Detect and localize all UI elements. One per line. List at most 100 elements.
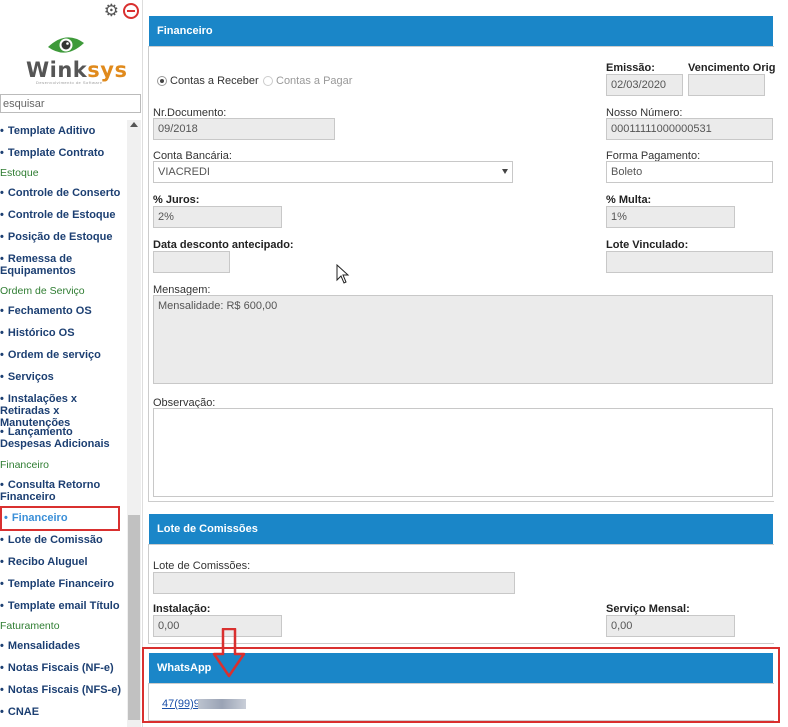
emissao-label: Emissão: bbox=[606, 62, 655, 74]
bullet-icon: • bbox=[0, 327, 7, 339]
bullet-icon: • bbox=[0, 556, 7, 568]
sidebar-item-label: Notas Fiscais (NFS-e) bbox=[7, 684, 122, 696]
servico-mensal-field[interactable]: 0,00 bbox=[606, 615, 735, 637]
sidebar-item-notas-fiscais-nfs-e-[interactable]: • Notas Fiscais (NFS-e) bbox=[0, 684, 127, 696]
mensagem-textarea[interactable]: Mensalidade: R$ 600,00 bbox=[153, 295, 773, 384]
scroll-up-icon[interactable] bbox=[130, 122, 138, 127]
sidebar-item-controle-de-conserto[interactable]: • Controle de Conserto bbox=[0, 187, 127, 199]
bullet-icon: • bbox=[0, 349, 7, 361]
sidebar: ⚙ Winksys Desenvolvimento de Software • … bbox=[0, 0, 143, 727]
bullet-icon: • bbox=[0, 393, 7, 405]
vencimento-label: Vencimento Orig bbox=[688, 62, 776, 74]
observacao-textarea[interactable] bbox=[153, 408, 773, 497]
conta-bancaria-select[interactable]: VIACREDI bbox=[153, 161, 513, 183]
sidebar-item-instala-es-x-retiradas-x-manuten-es[interactable]: • Instalações x Retiradas x Manutenções bbox=[0, 393, 127, 429]
sidebar-item-label: Recibo Aluguel bbox=[7, 556, 88, 568]
sidebar-item-label: Lançamento Despesas Adicionais bbox=[0, 426, 110, 450]
bullet-icon: • bbox=[0, 479, 7, 491]
lote-comissoes-field[interactable] bbox=[153, 572, 515, 594]
brand-tagline: Desenvolvimento de Software bbox=[36, 80, 103, 85]
menu-section-ordem-de-servi-o: Ordem de Serviço bbox=[0, 285, 85, 297]
logo: Winksys Desenvolvimento de Software bbox=[24, 32, 127, 88]
sidebar-item-template-contrato[interactable]: • Template Contrato bbox=[0, 147, 127, 159]
radio-contas-receber[interactable]: Contas a Receber bbox=[157, 75, 259, 87]
menu-section-faturamento: Faturamento bbox=[0, 620, 60, 632]
sidebar-item-label: Mensalidades bbox=[7, 640, 81, 652]
bullet-icon: • bbox=[0, 187, 7, 199]
bullet-icon: • bbox=[0, 231, 7, 243]
sidebar-item-recibo-aluguel[interactable]: • Recibo Aluguel bbox=[0, 556, 127, 568]
sidebar-item-posi-o-de-estoque[interactable]: • Posição de Estoque bbox=[0, 231, 127, 243]
arrow-down-icon bbox=[212, 628, 246, 678]
sidebar-item-label: Fechamento OS bbox=[7, 305, 92, 317]
radio-contas-pagar[interactable]: Contas a Pagar bbox=[263, 75, 352, 87]
sidebar-item-mensalidades[interactable]: • Mensalidades bbox=[0, 640, 127, 652]
sidebar-item-notas-fiscais-nf-e-[interactable]: • Notas Fiscais (NF-e) bbox=[0, 662, 127, 674]
radio-label: Contas a Receber bbox=[170, 75, 259, 87]
sidebar-item-label: Consulta Retorno Financeiro bbox=[0, 479, 101, 503]
sidebar-item-remessa-de-equipamentos[interactable]: • Remessa de Equipamentos bbox=[0, 253, 127, 277]
search-input[interactable] bbox=[0, 94, 141, 113]
bullet-icon: • bbox=[0, 305, 7, 317]
lote-vinculado-label: Lote Vinculado: bbox=[606, 239, 689, 251]
radio-label: Contas a Pagar bbox=[276, 75, 353, 87]
bullet-icon: • bbox=[0, 662, 7, 674]
data-desconto-label: Data desconto antecipado: bbox=[153, 239, 294, 251]
eye-logo-icon bbox=[48, 37, 84, 53]
forma-pagamento-select[interactable]: Boleto bbox=[606, 161, 773, 183]
sidebar-item-consulta-retorno-financeiro[interactable]: • Consulta Retorno Financeiro bbox=[0, 479, 127, 503]
bullet-icon: • bbox=[0, 426, 7, 438]
bullet-icon: • bbox=[0, 147, 7, 159]
instalacao-label: Instalação: bbox=[153, 603, 211, 615]
sidebar-item-fechamento-os[interactable]: • Fechamento OS bbox=[0, 305, 127, 317]
sidebar-item-template-email-t-tulo[interactable]: • Template email Título bbox=[0, 600, 127, 612]
sidebar-toolbar: ⚙ bbox=[104, 2, 139, 20]
active-item-highlight bbox=[0, 506, 120, 531]
sidebar-item-hist-rico-os[interactable]: • Histórico OS bbox=[0, 327, 127, 339]
comissoes-header: Lote de Comissões bbox=[149, 514, 773, 544]
sidebar-item-ordem-de-servi-o[interactable]: • Ordem de serviço bbox=[0, 349, 127, 361]
scrollbar-thumb[interactable] bbox=[128, 515, 140, 720]
sidebar-item-label: Serviços bbox=[7, 371, 54, 383]
vencimento-field[interactable] bbox=[688, 74, 765, 96]
sidebar-item-label: Lote de Comissão bbox=[7, 534, 103, 546]
sidebar-item-label: CNAE bbox=[7, 706, 40, 718]
bullet-icon: • bbox=[0, 684, 7, 696]
bullet-icon: • bbox=[0, 706, 7, 718]
nr-documento-field[interactable]: 09/2018 bbox=[153, 118, 335, 140]
sidebar-item-template-aditivo[interactable]: • Template Aditivo bbox=[0, 125, 127, 137]
multa-label: % Multa: bbox=[606, 194, 652, 206]
sidebar-item-lan-amento-despesas-adicionais[interactable]: • Lançamento Despesas Adicionais bbox=[0, 426, 127, 450]
sidebar-item-label: Controle de Estoque bbox=[7, 209, 116, 221]
sidebar-item-label: Template Aditivo bbox=[7, 125, 96, 137]
sidebar-item-label: Remessa de Equipamentos bbox=[0, 253, 76, 277]
sidebar-item-lote-de-comiss-o[interactable]: • Lote de Comissão bbox=[0, 534, 127, 546]
bullet-icon: • bbox=[0, 600, 7, 612]
bullet-icon: • bbox=[0, 534, 7, 546]
emissao-field[interactable]: 02/03/2020 bbox=[606, 74, 683, 96]
sidebar-scrollbar[interactable] bbox=[127, 120, 141, 727]
menu-section-financeiro: Financeiro bbox=[0, 459, 50, 471]
gear-icon[interactable]: ⚙ bbox=[104, 2, 119, 20]
sidebar-item-label: Template email Título bbox=[7, 600, 120, 612]
nosso-numero-field[interactable]: 00011111000000531 bbox=[606, 118, 773, 140]
sidebar-item-cnae[interactable]: • CNAE bbox=[0, 706, 127, 718]
multa-field[interactable]: 1% bbox=[606, 206, 735, 228]
sidebar-item-label: Instalações x Retiradas x Manutenções bbox=[0, 393, 78, 429]
data-desconto-field[interactable] bbox=[153, 251, 230, 273]
close-icon[interactable] bbox=[123, 3, 139, 19]
bullet-icon: • bbox=[0, 371, 7, 383]
sidebar-item-label: Template Financeiro bbox=[7, 578, 115, 590]
bullet-icon: • bbox=[0, 125, 7, 137]
sidebar-item-servi-os[interactable]: • Serviços bbox=[0, 371, 127, 383]
financeiro-header: Financeiro bbox=[149, 16, 773, 46]
sidebar-item-template-financeiro[interactable]: • Template Financeiro bbox=[0, 578, 127, 590]
juros-field[interactable]: 2% bbox=[153, 206, 282, 228]
mouse-cursor-icon bbox=[336, 264, 350, 284]
sidebar-item-label: Template Contrato bbox=[7, 147, 105, 159]
chevron-down-icon bbox=[502, 169, 508, 174]
sidebar-item-controle-de-estoque[interactable]: • Controle de Estoque bbox=[0, 209, 127, 221]
bullet-icon: • bbox=[0, 640, 7, 652]
bullet-icon: • bbox=[0, 209, 7, 221]
lote-vinculado-field[interactable] bbox=[606, 251, 773, 273]
